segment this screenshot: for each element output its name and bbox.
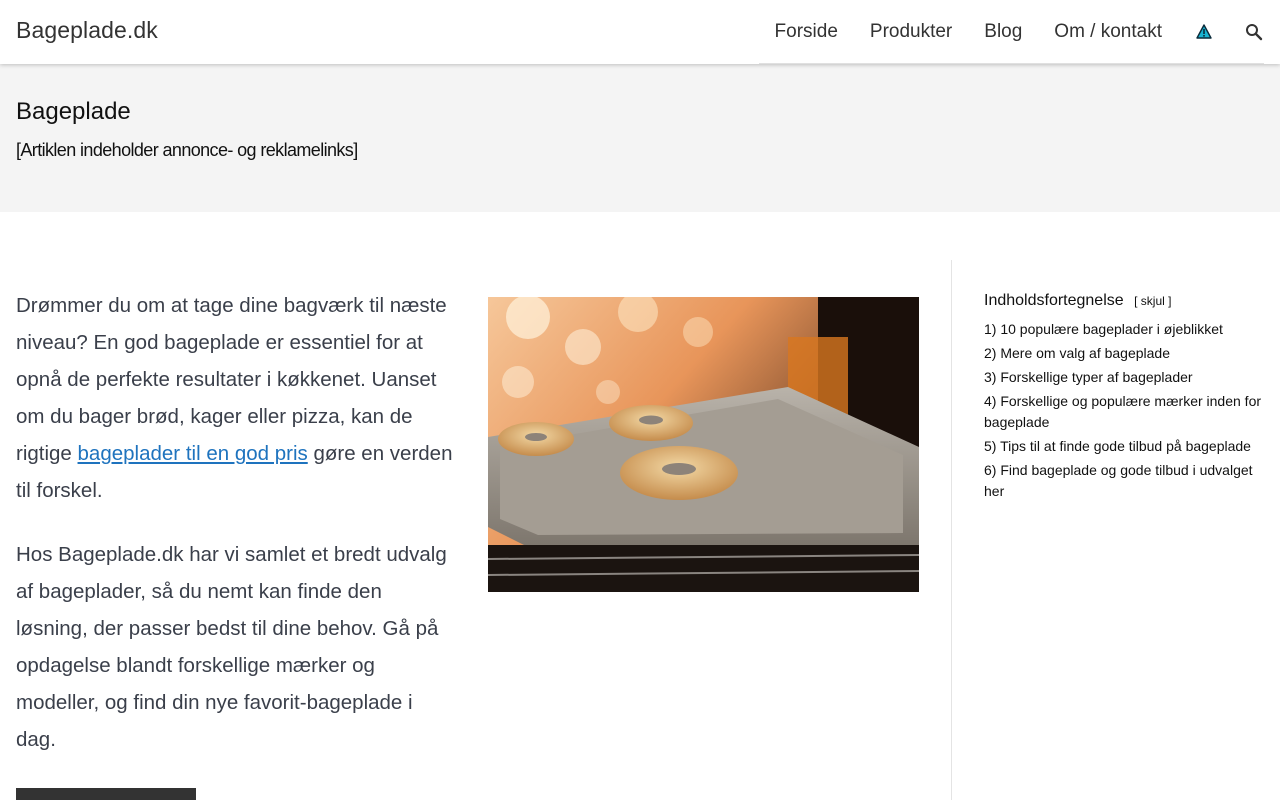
nav-link-forside[interactable]: Forside <box>775 0 838 64</box>
toc-item: 3) Forskellige typer af bageplader <box>984 367 1264 388</box>
table-of-contents: Indholdsfortegnelse [ skjul ] 1) 10 popu… <box>984 292 1264 505</box>
nav-link-om-kontakt[interactable]: Om / kontakt <box>1054 0 1162 64</box>
toc-hide-link[interactable]: skjul <box>1141 294 1165 308</box>
article-body: Drømmer du om at tage dine bagværk til n… <box>16 287 456 785</box>
toc-link-brands[interactable]: 4) Forskellige og populære mærker inden … <box>984 393 1261 430</box>
toc-link-popular[interactable]: 1) 10 populære bageplader i øjeblikket <box>984 321 1223 337</box>
page-title: Bageplade <box>16 98 131 125</box>
second-paragraph: Hos Bageplade.dk har vi samlet et bredt … <box>16 543 447 751</box>
toc-item: 4) Forskellige og populære mærker inden … <box>984 391 1264 433</box>
cta-button-partial[interactable] <box>16 788 196 800</box>
good-price-link[interactable]: bageplader til en god pris <box>78 442 308 465</box>
nav-link-produkter[interactable]: Produkter <box>870 0 952 64</box>
toc-title: Indholdsfortegnelse <box>984 292 1124 309</box>
toc-link-types[interactable]: 3) Forskellige typer af bageplader <box>984 369 1193 385</box>
main-nav: Forside Produkter Blog Om / kontakt <box>758 0 1264 64</box>
bagels-on-baking-tray-image <box>488 297 919 592</box>
site-title-link[interactable]: Bageplade.dk <box>16 17 158 44</box>
toc-link-tips[interactable]: 5) Tips til at finde gode tilbud på bage… <box>984 438 1251 454</box>
sidebar: Indholdsfortegnelse [ skjul ] 1) 10 popu… <box>951 260 1280 800</box>
page-title-band: Bageplade [Artiklen indeholder annonce- … <box>0 64 1280 212</box>
toc-toggle: [ skjul ] <box>1134 294 1172 308</box>
toc-link-choosing[interactable]: 2) Mere om valg af bageplade <box>984 345 1170 361</box>
toc-item: 2) Mere om valg af bageplade <box>984 343 1264 364</box>
toc-header: Indholdsfortegnelse [ skjul ] <box>984 292 1264 310</box>
warning-triangle-icon[interactable] <box>1194 22 1214 42</box>
toc-item: 5) Tips til at finde gode tilbud på bage… <box>984 436 1264 457</box>
intro-paragraph: Drømmer du om at tage dine bagværk til n… <box>16 294 453 502</box>
site-header: Bageplade.dk Forside Produkter Blog Om /… <box>0 0 1280 64</box>
search-icon[interactable] <box>1244 22 1264 42</box>
toc-list: 1) 10 populære bageplader i øjeblikket 2… <box>984 319 1264 502</box>
toc-link-find[interactable]: 6) Find bageplade og gode tilbud i udval… <box>984 462 1253 499</box>
toc-item: 1) 10 populære bageplader i øjeblikket <box>984 319 1264 340</box>
ad-notice: [Artiklen indeholder annonce- og reklame… <box>16 140 358 160</box>
nav-link-blog[interactable]: Blog <box>984 0 1022 64</box>
toc-item: 6) Find bageplade og gode tilbud i udval… <box>984 460 1264 502</box>
